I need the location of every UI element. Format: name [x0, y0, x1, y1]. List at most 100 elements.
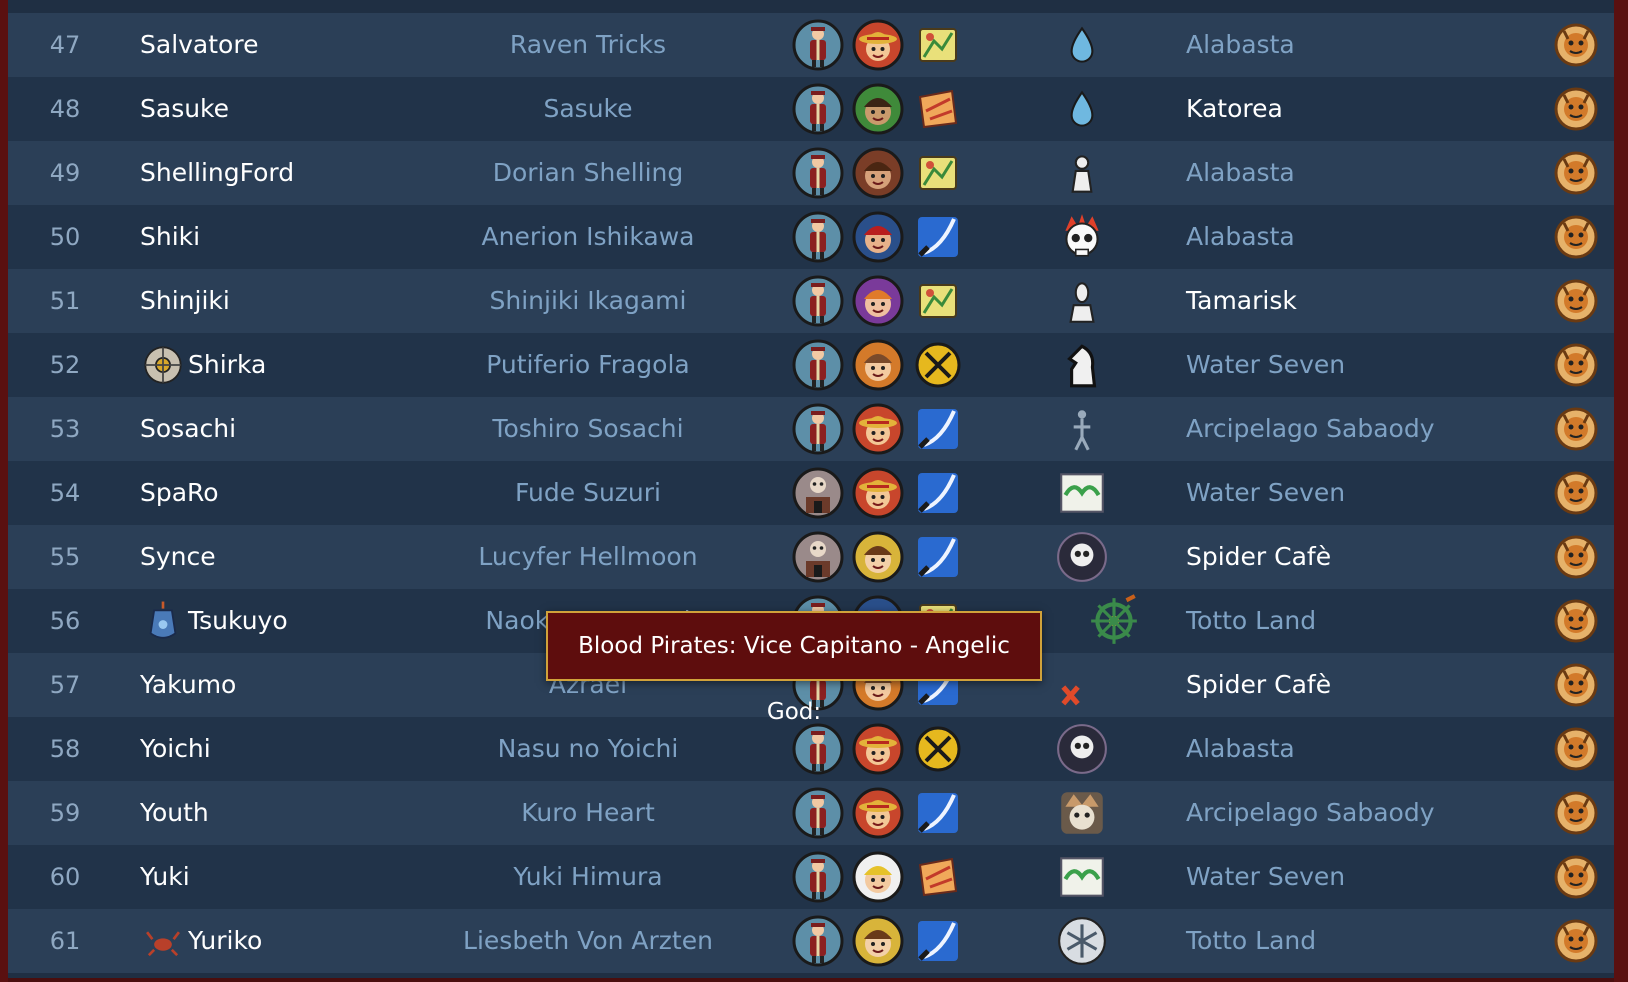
sword-slash-icon[interactable]: [912, 467, 964, 519]
chess-knight-icon[interactable]: [1048, 333, 1116, 397]
marine-officer-icon[interactable]: [792, 339, 844, 391]
character-name-link[interactable]: Lucyfer Hellmoon: [388, 525, 788, 589]
player-nick[interactable]: Yoichi: [140, 717, 211, 781]
marine-officer-icon[interactable]: [792, 19, 844, 71]
crossed-bones-icon[interactable]: [1048, 653, 1116, 717]
brown-face-icon[interactable]: [852, 147, 904, 199]
island-name[interactable]: Alabasta: [1186, 717, 1295, 781]
marine-officer-icon[interactable]: [792, 83, 844, 135]
player-nick[interactable]: SpaRo: [140, 461, 219, 525]
grin-face-icon[interactable]: [1048, 781, 1116, 845]
character-name-link[interactable]: Fude Suzuri: [388, 461, 788, 525]
character-name-link[interactable]: Putiferio Fragola: [388, 333, 788, 397]
island-name[interactable]: Arcipelago Sabaody: [1186, 781, 1435, 845]
green-face-icon[interactable]: [852, 83, 904, 135]
crossed-swords-icon[interactable]: [912, 723, 964, 775]
player-nick[interactable]: Sosachi: [140, 397, 236, 461]
player-nick[interactable]: Shiki: [140, 205, 200, 269]
broken-scroll-icon[interactable]: [912, 83, 964, 135]
marine-officer-icon[interactable]: [792, 915, 844, 967]
den-den-mushi-icon[interactable]: [1548, 717, 1604, 781]
green-flag-icon[interactable]: [1048, 845, 1116, 909]
stick-figure-icon[interactable]: [1048, 397, 1116, 461]
island-name[interactable]: Totto Land: [1186, 909, 1316, 973]
snowflake-orb-icon[interactable]: [1048, 909, 1116, 973]
map-scroll-icon[interactable]: [912, 275, 964, 327]
island-name[interactable]: Water Seven: [1186, 333, 1345, 397]
orange-face-icon[interactable]: [852, 339, 904, 391]
flame-skull-icon[interactable]: [1048, 205, 1116, 269]
marine-officer-icon[interactable]: [792, 147, 844, 199]
water-drop-icon[interactable]: [1048, 13, 1116, 77]
green-flag-icon[interactable]: [1048, 461, 1116, 525]
den-den-mushi-icon[interactable]: [1548, 333, 1604, 397]
sword-slash-icon[interactable]: [912, 915, 964, 967]
island-name[interactable]: Katorea: [1186, 77, 1283, 141]
straw-hat-face-icon[interactable]: [852, 403, 904, 455]
character-name-link[interactable]: Raven Tricks: [388, 13, 788, 77]
island-name[interactable]: Alabasta: [1186, 13, 1295, 77]
warlord-icon[interactable]: [792, 531, 844, 583]
marine-officer-icon[interactable]: [792, 851, 844, 903]
skull-orb-icon[interactable]: [1048, 717, 1116, 781]
den-den-mushi-icon[interactable]: [1548, 13, 1604, 77]
character-name-link[interactable]: Nasu no Yoichi: [388, 717, 788, 781]
den-den-mushi-icon[interactable]: [1548, 141, 1604, 205]
map-scroll-icon[interactable]: [912, 147, 964, 199]
character-name-link[interactable]: Liesbeth Von Arzten: [388, 909, 788, 973]
character-name-link[interactable]: Sasuke: [388, 77, 788, 141]
purple-face-icon[interactable]: [852, 275, 904, 327]
crossed-swords-icon[interactable]: [912, 339, 964, 391]
sword-slash-icon[interactable]: [912, 403, 964, 455]
ship-wheel-icon[interactable]: [1080, 589, 1148, 653]
player-nick[interactable]: Yakumo: [140, 653, 236, 717]
den-den-mushi-icon[interactable]: [1548, 77, 1604, 141]
character-name-link[interactable]: Dorian Shelling: [388, 141, 788, 205]
chess-bishop-icon[interactable]: [1048, 269, 1116, 333]
map-scroll-icon[interactable]: [912, 19, 964, 71]
player-nick[interactable]: Tsukuyo: [140, 589, 288, 653]
sword-slash-icon[interactable]: [912, 531, 964, 583]
character-name-link[interactable]: Shinjiki Ikagami: [388, 269, 788, 333]
yellow-face-icon[interactable]: [852, 915, 904, 967]
character-name-link[interactable]: Toshiro Sosachi: [388, 397, 788, 461]
den-den-mushi-icon[interactable]: [1548, 845, 1604, 909]
player-nick[interactable]: Shirka: [140, 333, 266, 397]
den-den-mushi-icon[interactable]: [1548, 781, 1604, 845]
water-drop-icon[interactable]: [1048, 77, 1116, 141]
island-name[interactable]: Water Seven: [1186, 461, 1345, 525]
player-nick[interactable]: Salvatore: [140, 13, 258, 77]
straw-hat-face-icon[interactable]: [852, 723, 904, 775]
chess-pawn-icon[interactable]: [1048, 141, 1116, 205]
marine-officer-icon[interactable]: [792, 787, 844, 839]
island-name[interactable]: Totto Land: [1186, 589, 1316, 653]
den-den-mushi-icon[interactable]: [1548, 589, 1604, 653]
red-face-icon[interactable]: [852, 211, 904, 263]
player-nick[interactable]: Youth: [140, 781, 209, 845]
den-den-mushi-icon[interactable]: [1548, 269, 1604, 333]
den-den-mushi-icon[interactable]: [1548, 205, 1604, 269]
yellow-face-icon[interactable]: [852, 531, 904, 583]
player-nick[interactable]: Sasuke: [140, 77, 229, 141]
character-name-link[interactable]: Anerion Ishikawa: [388, 205, 788, 269]
straw-hat-face-icon[interactable]: [852, 467, 904, 519]
player-nick[interactable]: ShellingFord: [140, 141, 294, 205]
den-den-mushi-icon[interactable]: [1548, 909, 1604, 973]
warlord-icon[interactable]: [792, 467, 844, 519]
straw-hat-face-icon[interactable]: [852, 787, 904, 839]
straw-hat-face-icon[interactable]: [852, 19, 904, 71]
marine-officer-icon[interactable]: [792, 211, 844, 263]
marine-officer-icon[interactable]: [792, 403, 844, 455]
marine-officer-icon[interactable]: [792, 275, 844, 327]
character-name-link[interactable]: Yuki Himura: [388, 845, 788, 909]
character-name-link[interactable]: Kuro Heart: [388, 781, 788, 845]
sword-slash-icon[interactable]: [912, 211, 964, 263]
island-name[interactable]: Alabasta: [1186, 205, 1295, 269]
broken-scroll-icon[interactable]: [912, 851, 964, 903]
skull-orb-icon[interactable]: [1048, 525, 1116, 589]
island-name[interactable]: Arcipelago Sabaody: [1186, 397, 1435, 461]
sword-slash-icon[interactable]: [912, 787, 964, 839]
island-name[interactable]: Tamarisk: [1186, 269, 1297, 333]
player-nick[interactable]: Yuki: [140, 845, 190, 909]
player-nick[interactable]: Synce: [140, 525, 216, 589]
